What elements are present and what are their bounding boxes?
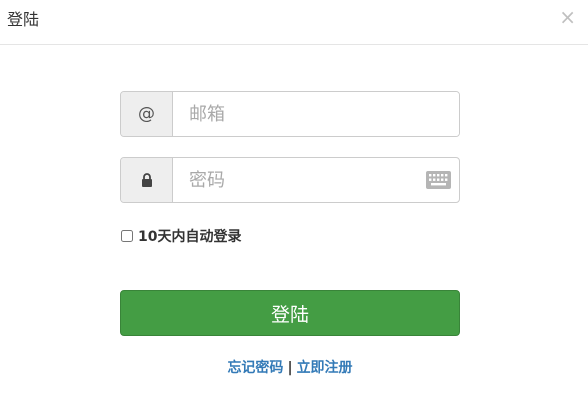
password-field[interactable] [173, 158, 417, 202]
password-input-group [120, 157, 460, 203]
dialog-header: 登陆 × [0, 0, 588, 45]
lock-icon [121, 158, 173, 202]
remember-label: 10天内自动登录 [138, 229, 242, 245]
close-icon[interactable]: × [559, 6, 576, 28]
keyboard-icon[interactable] [417, 158, 459, 202]
login-dialog: 登陆 × @ 邮箱 10天内自动登录 登陆 忘记密码 | 立即注册 [0, 0, 588, 403]
email-input-group: @ [120, 91, 460, 137]
keyboard-icon-svg [425, 171, 451, 189]
remember-checkbox[interactable] [121, 230, 133, 242]
at-icon: @ [121, 92, 173, 136]
auth-links: 忘记密码 | 立即注册 [120, 357, 460, 377]
dialog-title: 登陆 [7, 10, 40, 29]
lock-icon-svg [141, 173, 152, 187]
login-button[interactable]: 登陆 [120, 290, 460, 336]
register-link[interactable]: 立即注册 [297, 360, 353, 376]
forgot-password-link[interactable]: 忘记密码 [227, 360, 283, 376]
remember-me: 10天内自动登录 [121, 226, 241, 246]
email-field[interactable] [173, 92, 459, 136]
link-separator: | [287, 360, 293, 376]
